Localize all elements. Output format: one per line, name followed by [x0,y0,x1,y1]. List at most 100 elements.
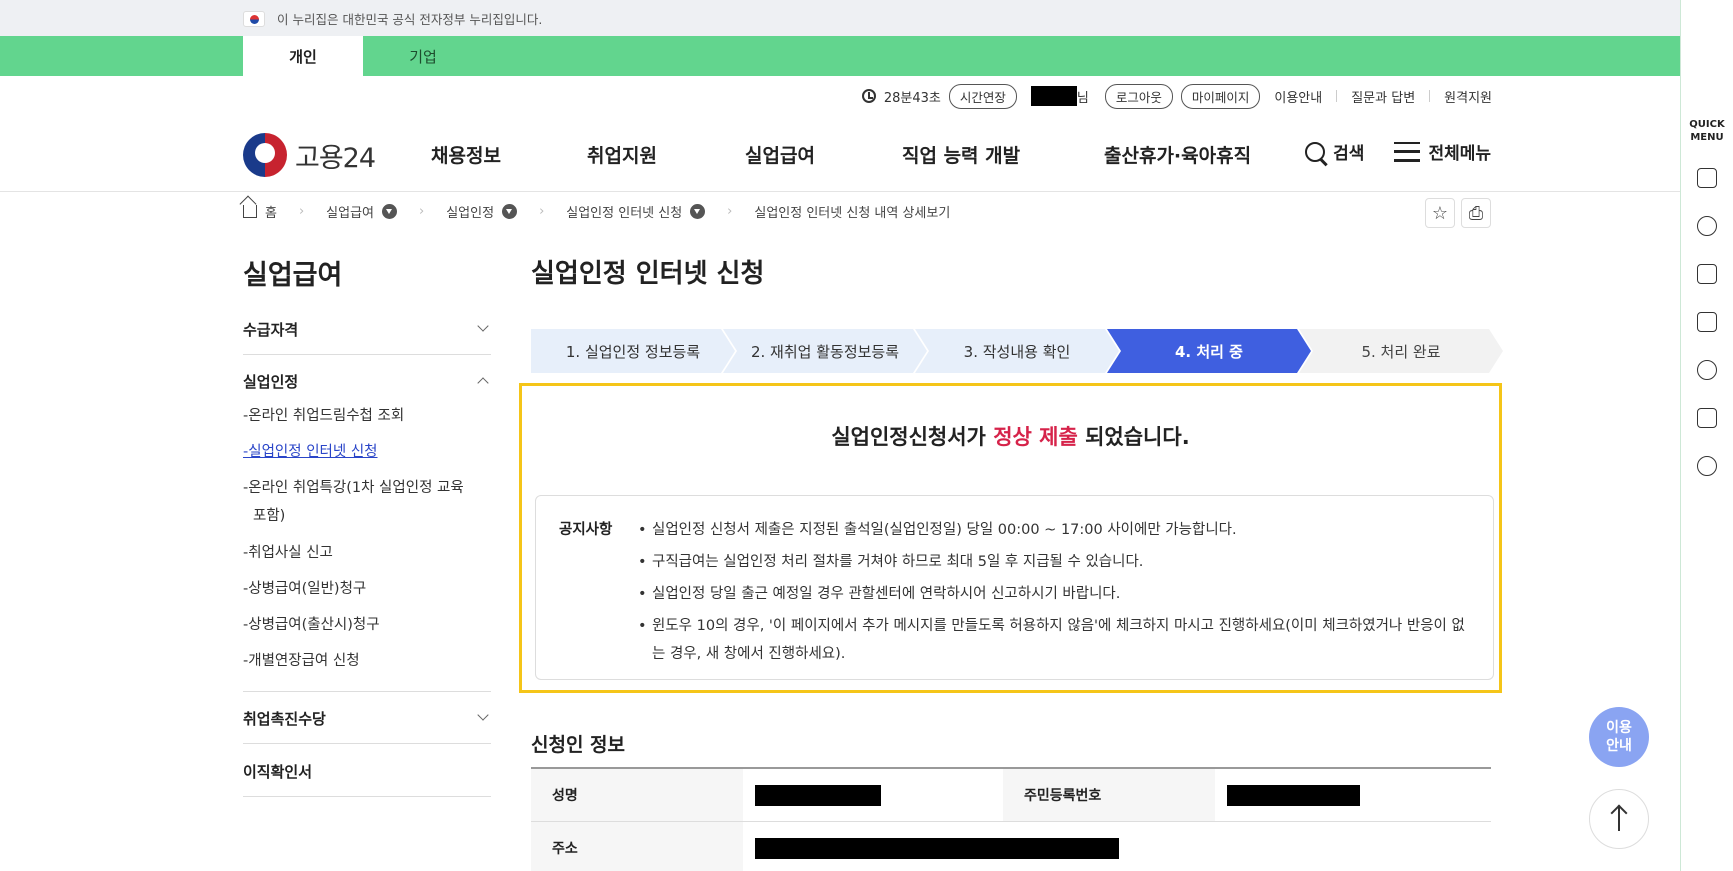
breadcrumb: 홈 › 실업급여 › 실업인정 › 실업인정 인터넷 신청 › 실업인정 인터넷… [243,202,950,221]
redacted-value [755,837,1119,859]
calculator-icon[interactable] [1697,408,1717,428]
logo-text: 고용24 [295,142,376,174]
coins-icon[interactable] [1697,456,1717,476]
gnb-job-info[interactable]: 채용정보 [431,141,501,168]
notice-panel: 공지사항 실업인정 신청서 제출은 지정된 출석일(실업인정일) 당일 00:0… [535,495,1494,680]
step-4-current: 4. 처리 중 [1107,329,1311,373]
sidebar-subitem[interactable]: -온라인 취업특강(1차 실업인정 교육 [243,474,491,502]
page-title: 실업인정 인터넷 신청 [531,259,765,289]
gnb-maternity-leave[interactable]: 출산휴가·육아휴직 [1104,141,1251,168]
sidebar-item-eligibility[interactable]: 수급자격 [243,319,491,340]
header-divider [0,191,1680,192]
search-icon[interactable] [1305,141,1326,162]
notice-item: 실업인정 신청서 제출은 지정된 출석일(실업인정일) 당일 00:00 ~ 1… [638,516,1468,544]
sidebar-title: 실업급여 [243,260,343,291]
divider [243,354,491,355]
redacted-value [755,784,881,806]
step-2: 2. 재취업 활동정보등록 [723,329,927,373]
site-logo[interactable]: 고용24 [243,133,376,177]
arrow-up-icon [1618,807,1620,831]
mypage-button[interactable]: 마이페이지 [1180,83,1261,109]
message-highlight: 정상 제출 [993,425,1078,449]
gov-notice-text: 이 누리집은 대한민국 공식 전자정부 누리집입니다. [277,12,543,27]
notice-label: 공지사항 [559,522,613,538]
quick-menu: QUICK MENU [1680,0,1733,871]
chevron-down-icon[interactable] [690,204,706,219]
quick-menu-title: QUICK MENU [1689,119,1725,143]
chevron-right-icon: › [419,204,425,219]
breadcrumb-item[interactable]: 실업급여 [326,202,374,221]
chevron-up-icon [477,377,489,389]
sidebar-subitem-continued[interactable]: 포함) [243,502,491,530]
smile-icon[interactable] [1697,360,1717,380]
usage-guide-button[interactable]: 이용 안내 [1589,707,1649,767]
hamburger-menu-icon[interactable] [1394,141,1421,162]
message-part: 실업인정신청서가 [831,425,994,449]
clock-icon [861,89,876,103]
chevron-down-icon[interactable] [502,204,518,219]
sidebar-subitem[interactable]: -온라인 취업드림수첩 조회 [243,402,491,430]
redacted-value [1227,784,1360,806]
submission-result-box: 실업인정신청서가 정상 제출 되었습니다. 공지사항 실업인정 신청서 제출은 … [519,383,1502,693]
message-part: 되었습니다. [1077,425,1190,449]
name-value [743,769,1003,821]
tab-personal[interactable]: 개인 [243,36,363,76]
chevron-down-icon[interactable] [382,204,398,219]
user-name-suffix: 님 [1076,90,1089,106]
table-row: 주소 [531,822,1491,871]
chat-icon[interactable] [1697,216,1717,236]
divider [1429,90,1431,102]
gnb-unemployment-benefit[interactable]: 실업급여 [745,141,815,168]
gnb-employment-support[interactable]: 취업지원 [587,141,657,168]
favorite-star-icon[interactable]: ☆ [1425,198,1455,228]
step-1: 1. 실업인정 정보등록 [531,329,735,373]
sidebar-subitem[interactable]: -상병급여(출산시)청구 [243,611,491,639]
chevron-down-icon [477,709,489,721]
sidebar-item-reemployment-allowance[interactable]: 취업촉진수당 [243,708,491,729]
sidebar-subitem[interactable]: -상병급여(일반)청구 [243,575,491,603]
monitor-icon[interactable] [1697,264,1717,284]
remote-support-link[interactable]: 원격지원 [1444,87,1492,106]
all-menu-button[interactable]: 전체메뉴 [1428,139,1491,164]
page-tools: ☆ ⎙ [1419,198,1491,228]
table-row: 성명 주민등록번호 [531,769,1491,822]
home-icon[interactable] [243,205,257,218]
breadcrumb-item[interactable]: 실업인정 인터넷 신청 [566,202,682,221]
sidebar-subitem[interactable]: -취업사실 신고 [243,539,491,567]
sidebar-subitem-current[interactable]: -실업인정 인터넷 신청 [243,438,491,466]
qna-link[interactable]: 질문과 답변 [1351,87,1415,106]
sidebar-item-separation-certificate[interactable]: 이직확인서 [243,761,491,782]
sidebar-item-label: 이직확인서 [243,763,313,781]
notice-list: 실업인정 신청서 제출은 지정된 출석일(실업인정일) 당일 00:00 ~ 1… [638,516,1468,672]
scroll-top-button[interactable] [1589,789,1649,849]
korea-flag-icon [243,10,265,27]
sidebar-item-label: 수급자격 [243,321,299,339]
search-button[interactable]: 검색 [1333,139,1364,164]
gnb-vocational-training[interactable]: 직업 능력 개발 [902,141,1020,168]
chevron-right-icon: › [727,204,733,219]
breadcrumb-item[interactable]: 실업인정 [446,202,494,221]
print-icon[interactable]: ⎙ [1461,198,1491,228]
breadcrumb-current: 실업인정 인터넷 신청 내역 상세보기 [754,206,951,221]
step-3: 3. 작성내용 확인 [915,329,1119,373]
extend-session-button[interactable]: 시간연장 [948,83,1017,109]
tab-business[interactable]: 기업 [363,36,483,76]
address-value [743,822,1119,871]
logout-button[interactable]: 로그아웃 [1104,83,1173,109]
guide-link[interactable]: 이용안내 [1274,87,1322,106]
user-name-redacted [1030,86,1077,106]
progress-steps: 1. 실업인정 정보등록 2. 재취업 활동정보등록 3. 작성내용 확인 4.… [531,329,1491,373]
divider [1336,90,1338,102]
notice-item: 실업인정 당일 출근 예정일 경우 관할센터에 연락하시어 신고하시기 바랍니다… [638,580,1468,608]
session-timer: 28분43초 [883,90,941,106]
user-type-tabs: 개인 기업 [0,36,1680,76]
sidebar-subitem[interactable]: -개별연장급여 신청 [243,647,491,675]
notice-item: 구직급여는 실업인정 처리 절차를 거쳐야 하므로 최대 5일 후 지급될 수 … [638,548,1468,576]
sidebar-item-certification[interactable]: 실업인정 [243,371,491,392]
sidebar-item-label: 실업인정 [243,373,299,391]
rrn-label: 주민등록번호 [1003,769,1215,821]
breadcrumb-home[interactable]: 홈 [265,202,277,221]
building-icon[interactable] [1697,168,1717,188]
checklist-icon[interactable] [1697,312,1717,332]
taegeuk-logo-icon [243,133,287,177]
